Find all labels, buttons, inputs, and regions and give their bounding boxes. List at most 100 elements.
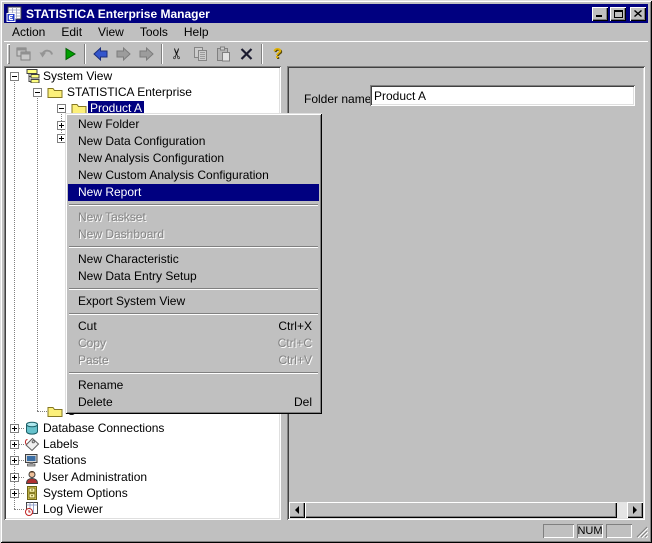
tree-item-system-view[interactable]: System View <box>4 68 278 84</box>
tree-item-labels[interactable]: Labels <box>4 436 278 452</box>
titlebar[interactable]: STATISTICA Enterprise Manager <box>4 4 648 23</box>
menu-tools[interactable]: Tools <box>132 24 176 40</box>
status-panel-1 <box>543 524 574 538</box>
close-icon <box>634 10 642 17</box>
forward-end-arrow-icon <box>138 46 155 62</box>
copy-icon <box>192 46 209 62</box>
toolbar-separator <box>84 44 86 64</box>
forward-button[interactable] <box>112 43 135 65</box>
menu-view[interactable]: View <box>90 24 132 40</box>
menu-item-rename[interactable]: Rename <box>68 377 319 394</box>
menu-item-new-report[interactable]: New Report <box>68 184 319 201</box>
paste-icon <box>215 46 232 62</box>
menu-separator <box>69 204 318 206</box>
folder-icon <box>47 85 63 99</box>
menu-item-new-dashboard: New Dashboard <box>68 226 319 243</box>
copy-button[interactable] <box>189 43 212 65</box>
horizontal-scrollbar[interactable] <box>289 502 643 518</box>
delete-x-icon <box>238 46 255 62</box>
collapse-expander[interactable] <box>10 72 19 81</box>
cabinet-icon <box>24 486 40 500</box>
cut-button[interactable]: ✂ <box>166 43 189 65</box>
menu-item-cut[interactable]: CutCtrl+X <box>68 318 319 335</box>
tree-item-database-connections[interactable]: Database Connections <box>4 420 278 436</box>
menu-item-new-taskset: New Taskset <box>68 209 319 226</box>
expand-expander[interactable] <box>10 489 19 498</box>
tree-guide-line <box>37 92 38 411</box>
forward-arrow-icon <box>115 46 132 62</box>
expand-expander[interactable] <box>10 456 19 465</box>
menu-separator <box>69 288 318 290</box>
run-icon <box>61 46 78 62</box>
toolbar-separator <box>161 44 163 64</box>
menu-item-new-custom-analysis-configuration[interactable]: New Custom Analysis Configuration <box>68 167 319 184</box>
menu-action[interactable]: Action <box>4 24 53 40</box>
right-arrow-icon <box>633 506 637 514</box>
run-button[interactable] <box>58 43 81 65</box>
menu-item-paste: PasteCtrl+V <box>68 352 319 369</box>
status-panel-2 <box>606 524 632 538</box>
menu-separator <box>69 313 318 315</box>
toolbar: ✂ ? <box>4 41 648 65</box>
collapse-expander[interactable] <box>57 104 66 113</box>
cut-scissors-icon: ✂ <box>170 47 185 60</box>
expand-expander[interactable] <box>10 440 19 449</box>
tree-item-statistica-enterprise[interactable]: STATISTICA Enterprise <box>4 84 278 100</box>
minimize-icon <box>596 10 604 17</box>
menu-item-new-data-entry-setup[interactable]: New Data Entry Setup <box>68 268 319 285</box>
menu-shortcut: Ctrl+V <box>278 352 312 369</box>
tree-item-user-administration[interactable]: User Administration <box>4 469 278 485</box>
close-button[interactable] <box>630 7 646 21</box>
undo-button[interactable] <box>35 43 58 65</box>
folder-name-input[interactable] <box>370 85 635 106</box>
maximize-button[interactable] <box>610 7 626 21</box>
tree-item-system-options[interactable]: System Options <box>4 485 278 501</box>
menu-separator <box>69 372 318 374</box>
toolbar-grip[interactable] <box>7 44 10 64</box>
menu-item-new-folder[interactable]: New Folder <box>68 116 319 133</box>
paste-button[interactable] <box>212 43 235 65</box>
collapse-expander[interactable] <box>33 88 42 97</box>
scrollbar-thumb[interactable] <box>305 502 617 518</box>
menu-edit[interactable]: Edit <box>53 24 90 40</box>
toolbar-separator <box>261 44 263 64</box>
menu-item-new-data-configuration[interactable]: New Data Configuration <box>68 133 319 150</box>
minimize-button[interactable] <box>592 7 608 21</box>
tree-item-log-viewer[interactable]: Log Viewer <box>4 501 278 517</box>
menu-shortcut: Del <box>294 394 312 411</box>
back-button[interactable] <box>89 43 112 65</box>
back-arrow-icon <box>92 46 109 62</box>
menu-item-delete[interactable]: DeleteDel <box>68 394 319 411</box>
user-icon <box>24 470 40 484</box>
forward-end-button[interactable] <box>135 43 158 65</box>
app-window: STATISTICA Enterprise Manager Action Edi… <box>0 0 652 543</box>
left-arrow-icon <box>295 506 299 514</box>
menu-shortcut: Ctrl+X <box>278 318 312 335</box>
folder-icon <box>47 404 63 418</box>
context-menu: New Folder New Data Configuration New An… <box>65 113 322 414</box>
menu-help[interactable]: Help <box>176 24 217 40</box>
folder-name-label: Folder name: <box>304 92 375 106</box>
status-panel-num: NUM <box>577 524 603 538</box>
log-clock-icon <box>24 502 40 516</box>
cascade-windows-button[interactable] <box>12 43 35 65</box>
system-view-icon <box>24 69 40 83</box>
expand-expander[interactable] <box>10 473 19 482</box>
menu-item-new-characteristic[interactable]: New Characteristic <box>68 251 319 268</box>
statusbar: NUM <box>4 521 648 539</box>
computer-icon <box>24 453 40 467</box>
expand-expander[interactable] <box>10 424 19 433</box>
help-button[interactable]: ? <box>266 43 289 65</box>
app-icon <box>6 6 22 22</box>
menubar: Action Edit View Tools Help <box>4 23 648 41</box>
scroll-left-button[interactable] <box>289 502 305 518</box>
window-title: STATISTICA Enterprise Manager <box>26 7 590 21</box>
menu-item-new-analysis-configuration[interactable]: New Analysis Configuration <box>68 150 319 167</box>
tree-item-stations[interactable]: Stations <box>4 452 278 468</box>
menu-item-export-system-view[interactable]: Export System View <box>68 293 319 310</box>
delete-button[interactable] <box>235 43 258 65</box>
resize-grip-icon[interactable] <box>635 525 648 538</box>
folder-properties-panel: Folder name: <box>287 66 645 520</box>
scroll-right-button[interactable] <box>627 502 643 518</box>
undo-icon <box>38 46 55 62</box>
